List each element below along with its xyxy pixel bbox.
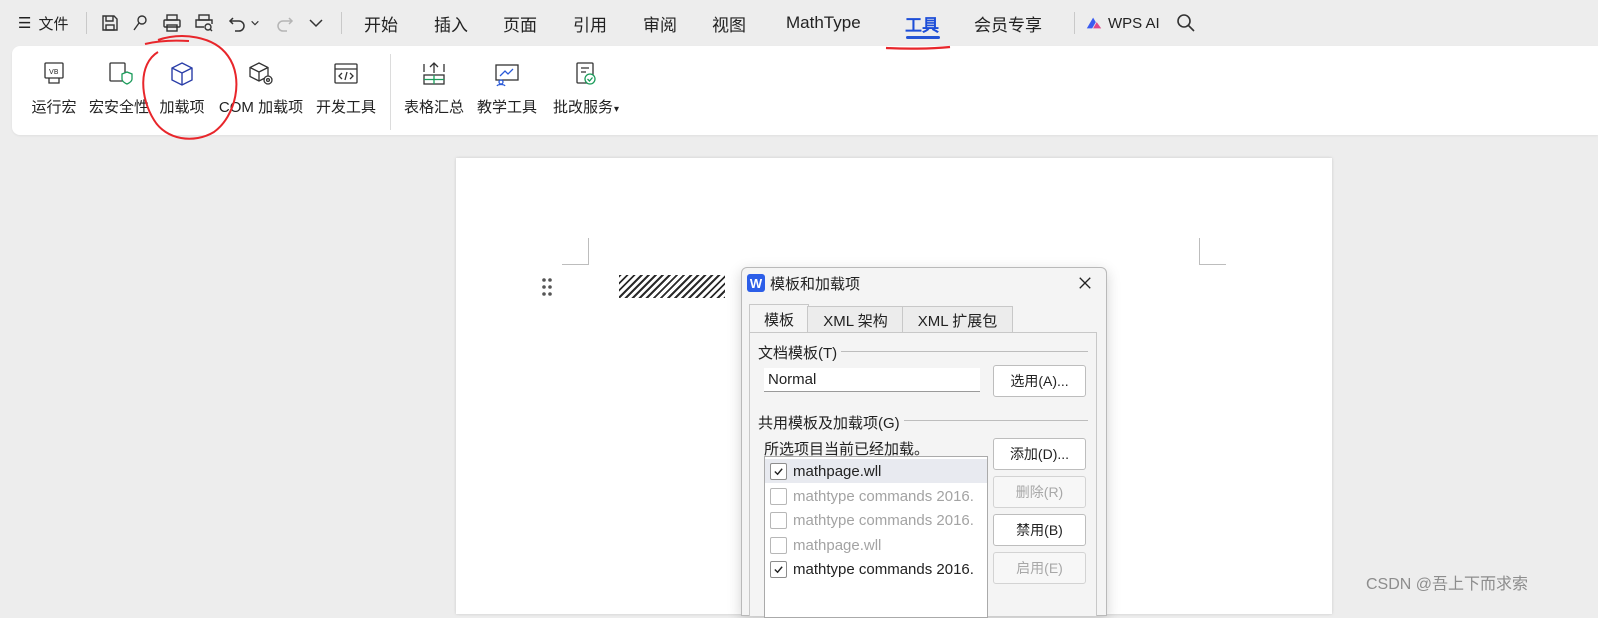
teaching-tools-button[interactable]: 教学工具: [475, 58, 539, 126]
undo-dropdown-chevron-icon[interactable]: [248, 12, 262, 34]
checkbox[interactable]: [770, 536, 787, 554]
tab-review[interactable]: 审阅: [643, 0, 677, 46]
drag-handle-icon[interactable]: [540, 277, 554, 297]
grading-check-document-icon: [570, 58, 602, 90]
tab-member[interactable]: 会员专享: [974, 0, 1042, 46]
close-icon[interactable]: [1074, 272, 1096, 294]
more-dropdown-chevron-icon[interactable]: [305, 12, 327, 34]
tab-home[interactable]: 开始: [364, 0, 398, 46]
tab-tools[interactable]: 工具: [905, 0, 939, 46]
hatched-content-placeholder: [619, 275, 725, 298]
add-button[interactable]: 添加(D)...: [993, 438, 1086, 470]
vb-macro-icon: VB: [38, 58, 70, 90]
print-icon[interactable]: [161, 12, 183, 34]
print-preview-icon[interactable]: [193, 12, 215, 34]
tools-ribbon: VB 运行宏 宏安全性 加载项 COM 加载项 开发工具 表格汇总 教学工具 批…: [12, 35, 1598, 140]
table-summary-label: 表格汇总: [403, 99, 464, 116]
file-menu-label: 文件: [38, 15, 69, 33]
checkbox[interactable]: [770, 560, 787, 578]
dialog-title: 模板和加载项: [770, 276, 861, 293]
tab-insert[interactable]: 插入: [434, 0, 468, 46]
tab-view[interactable]: 视图: [712, 0, 746, 46]
watermark: CSDN @吾上下而求索: [1366, 576, 1529, 593]
tab-xml-schema[interactable]: XML 架构: [807, 306, 904, 333]
checkbox[interactable]: [770, 511, 787, 529]
tab-mathtype[interactable]: MathType: [786, 0, 861, 46]
wps-ai-logo-icon: [1086, 17, 1102, 29]
macro-security-shield-icon: [103, 58, 135, 90]
addins-list[interactable]: mathpage.wll mathtype commands 2016. mat…: [764, 456, 988, 618]
developer-tools-button[interactable]: 开发工具: [314, 58, 378, 126]
table-summary-button[interactable]: 表格汇总: [402, 58, 466, 126]
annotation-underline-tools: [885, 45, 951, 50]
grading-service-button[interactable]: 批改服务▾: [550, 58, 622, 126]
teaching-board-icon: [491, 58, 523, 90]
page-margin-corner-tl: [562, 238, 589, 265]
developer-tools-label: 开发工具: [315, 99, 376, 116]
format-painter-icon[interactable]: [129, 12, 151, 34]
search-icon[interactable]: [1175, 12, 1197, 34]
undo-icon[interactable]: [226, 12, 248, 34]
chevron-down-icon: ▾: [613, 104, 620, 115]
disable-button[interactable]: 禁用(B): [993, 514, 1086, 546]
templates-and-addins-dialog: W 模板和加载项 模板 XML 架构 XML 扩展包 文档模板(T) 选用(A)…: [741, 267, 1107, 618]
wps-ai-button[interactable]: WPS AI: [1085, 0, 1160, 46]
teaching-tools-label: 教学工具: [476, 99, 537, 116]
list-item[interactable]: mathtype commands 2016.: [765, 557, 987, 581]
wps-writer-logo-icon: W: [747, 274, 765, 292]
list-item[interactable]: mathpage.wll: [765, 533, 987, 557]
enable-button[interactable]: 启用(E): [993, 552, 1086, 584]
redo-icon[interactable]: [274, 12, 296, 34]
list-item[interactable]: mathtype commands 2016.: [765, 508, 987, 532]
table-summary-icon: [418, 58, 450, 90]
annotation-mark-top: [144, 39, 190, 45]
hamburger-icon: ☰: [18, 15, 32, 32]
tab-references[interactable]: 引用: [573, 0, 607, 46]
document-template-label: 文档模板(T): [758, 342, 842, 363]
grading-service-label: 批改服务: [552, 99, 613, 116]
svg-text:VB: VB: [49, 68, 59, 76]
list-item[interactable]: mathtype commands 2016.: [765, 484, 987, 508]
shared-templates-label: 共用模板及加载项(G): [758, 412, 904, 433]
run-macro-label: 运行宏: [31, 99, 77, 116]
delete-button[interactable]: 删除(R): [993, 476, 1086, 508]
developer-code-icon: [330, 58, 362, 90]
tab-templates[interactable]: 模板: [749, 304, 809, 334]
annotation-circle: [142, 35, 238, 140]
select-template-button[interactable]: 选用(A)...: [993, 365, 1086, 397]
tab-xml-expansion-pack[interactable]: XML 扩展包: [902, 306, 1013, 333]
com-add-ins-cube-gear-icon: [245, 58, 277, 90]
list-item[interactable]: mathpage.wll: [765, 459, 987, 483]
active-tab-indicator: [906, 36, 940, 39]
checkbox[interactable]: [770, 487, 787, 505]
save-icon[interactable]: [99, 12, 121, 34]
page-margin-corner-tr: [1199, 238, 1226, 265]
wps-ai-label: WPS AI: [1108, 14, 1160, 32]
document-template-input[interactable]: [764, 368, 980, 392]
file-menu-button[interactable]: ☰ 文件: [18, 0, 68, 46]
templates-panel: 文档模板(T) 选用(A)... 共用模板及加载项(G) 所选项目当前已经加载。…: [749, 332, 1097, 618]
checkbox[interactable]: [770, 462, 787, 480]
run-macro-button[interactable]: VB 运行宏: [30, 58, 78, 126]
tab-page[interactable]: 页面: [503, 0, 537, 46]
